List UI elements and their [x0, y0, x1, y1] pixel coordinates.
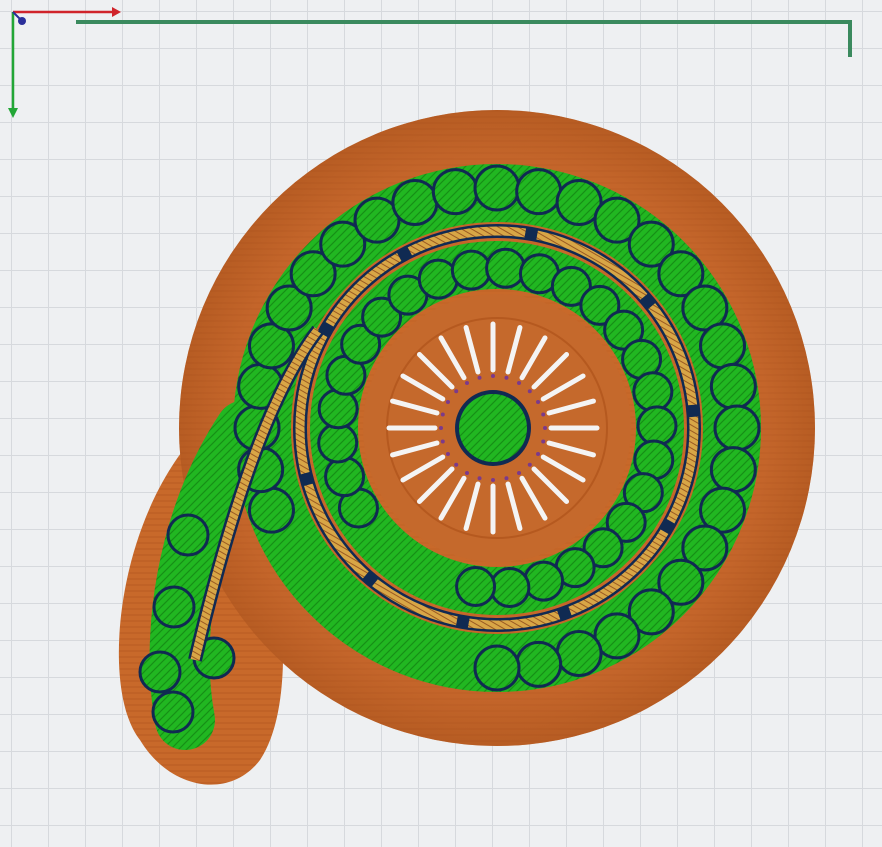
spoke-tip	[465, 380, 469, 385]
spoke-tip	[504, 476, 509, 481]
support-gap	[524, 227, 539, 241]
outer-bead	[709, 362, 757, 410]
outer-bead	[699, 322, 747, 370]
outer-bead	[713, 404, 761, 452]
z-axis-stub	[12, 11, 23, 22]
spoke-tip	[517, 471, 521, 476]
spoke-tip	[445, 452, 450, 456]
spoke-tip	[491, 478, 495, 482]
inner-bead	[489, 566, 531, 608]
y-axis-arrowhead	[8, 108, 18, 118]
support-gap	[455, 615, 470, 629]
spoke-tip	[541, 412, 546, 417]
spoke-tip	[454, 389, 459, 394]
spoke-tip	[439, 426, 443, 430]
spoke-tip	[440, 439, 445, 444]
outer-bead	[391, 178, 439, 226]
spoke-tip	[517, 380, 521, 385]
inner-bead	[317, 388, 359, 430]
outer-bead	[555, 630, 603, 678]
hub-infill	[459, 394, 527, 462]
outer-bead	[247, 486, 295, 534]
spoke-tip	[504, 375, 509, 380]
inner-bead	[632, 371, 674, 413]
outer-bead	[473, 644, 521, 692]
spoke-tip	[527, 389, 532, 394]
spoke-tip	[465, 471, 469, 476]
support-gap	[686, 404, 700, 418]
tail-bead	[152, 585, 196, 629]
spoke-tip	[543, 426, 547, 430]
inner-bead	[317, 422, 359, 464]
inner-bead	[523, 560, 565, 602]
inner-bead	[636, 405, 678, 447]
tail-bead	[166, 513, 210, 557]
inner-bead	[485, 247, 527, 289]
spoke-tip	[477, 476, 482, 481]
spoke-tip	[445, 400, 450, 404]
spoke-tip	[527, 462, 532, 467]
outer-bead	[473, 164, 521, 212]
spoke-tip	[536, 400, 541, 404]
outer-bead	[515, 168, 563, 216]
spoke-tip	[477, 375, 482, 380]
gcode-preview-viewport[interactable]	[0, 0, 882, 847]
spoke-tip	[454, 462, 459, 467]
layer-preview-canvas[interactable]	[0, 0, 882, 847]
x-axis-arrowhead	[112, 7, 121, 17]
inner-bead	[455, 566, 497, 608]
inner-bead	[450, 249, 492, 291]
inner-bead	[324, 456, 366, 498]
outer-bead	[709, 446, 757, 494]
spoke-tip	[440, 412, 445, 417]
tail-bead	[151, 690, 195, 734]
tail-bead	[138, 650, 182, 694]
spoke-tip	[491, 374, 495, 378]
build-plate-edge	[76, 20, 852, 57]
spoke-tip	[536, 452, 541, 456]
outer-bead	[431, 168, 479, 216]
hub	[386, 321, 600, 535]
spoke-tip	[541, 439, 546, 444]
outer-bead	[515, 640, 563, 688]
